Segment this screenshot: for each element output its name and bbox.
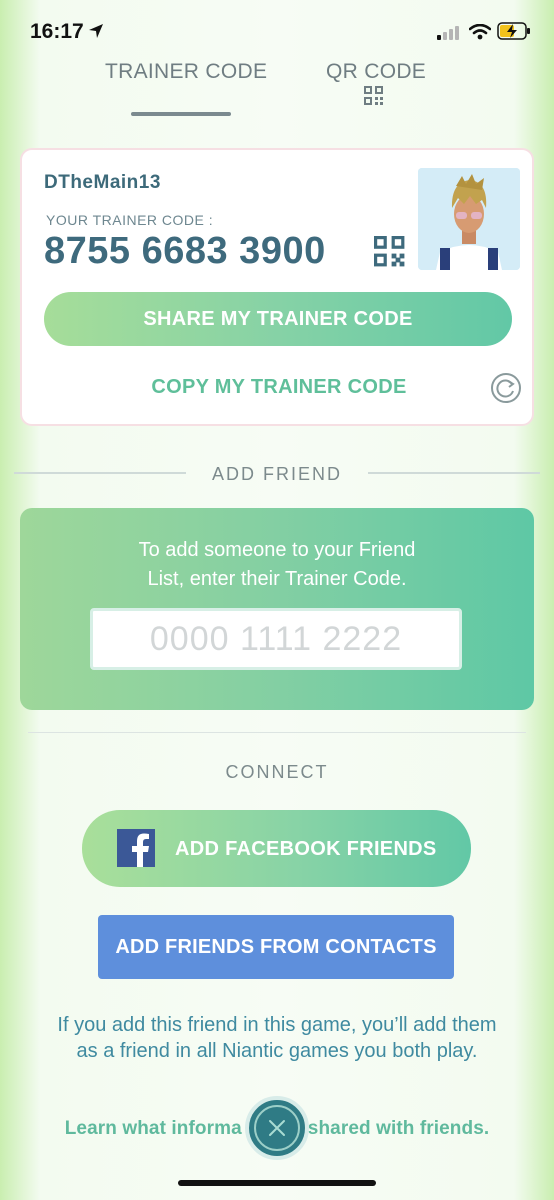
facebook-icon <box>117 829 155 867</box>
add-friend-heading: ADD FRIEND <box>211 464 342 484</box>
trainer-code-value: 8755 6683 3900 <box>44 230 326 272</box>
trainer-code-caption: YOUR TRAINER CODE : <box>46 212 214 228</box>
refresh-icon[interactable] <box>490 372 522 409</box>
tab-qr-code[interactable]: QR CODE <box>326 60 426 84</box>
trainer-name: DTheMain13 <box>44 172 161 193</box>
instruction-line: To add someone to your Friend <box>138 539 416 561</box>
add-facebook-friends-button[interactable]: ADD FACEBOOK FRIENDS <box>82 810 471 887</box>
cellular-signal-icon <box>437 26 461 45</box>
tab-bar: TRAINER CODE QR CODE <box>0 56 554 126</box>
trainer-card: DTheMain13 YOUR TRAINER CODE : 8755 6683… <box>20 148 534 426</box>
instruction-line: List, enter their Trainer Code. <box>147 568 407 590</box>
trainer-code-input[interactable] <box>90 608 462 670</box>
status-bar: 16:17 <box>0 0 554 60</box>
add-friend-instructions: To add someone to your Friend List, ente… <box>20 536 534 594</box>
qr-code-icon[interactable] <box>364 86 384 111</box>
wifi-icon <box>468 23 492 45</box>
active-tab-indicator <box>131 112 231 116</box>
add-friends-from-contacts-button[interactable]: ADD FRIENDS FROM CONTACTS <box>98 915 454 979</box>
tab-trainer-code[interactable]: TRAINER CODE <box>105 60 267 84</box>
battery-charging-icon <box>497 22 531 45</box>
close-icon <box>254 1105 300 1151</box>
close-button[interactable] <box>245 1096 309 1160</box>
share-trainer-code-button[interactable]: SHARE MY TRAINER CODE <box>44 292 512 346</box>
trainer-avatar <box>418 168 520 270</box>
add-friend-panel: To add someone to your Friend List, ente… <box>20 508 534 710</box>
facebook-button-label: ADD FACEBOOK FRIENDS <box>175 838 437 860</box>
connect-heading: CONNECT <box>225 762 329 782</box>
status-time: 16:17 <box>30 20 84 43</box>
qr-code-icon[interactable] <box>374 236 406 273</box>
location-arrow-icon <box>88 23 104 44</box>
learn-link-right: shared with friends. <box>307 1118 490 1139</box>
divider <box>28 732 526 733</box>
learn-link-left: Learn what informa <box>64 1118 242 1139</box>
copy-trainer-code-link[interactable]: COPY MY TRAINER CODE <box>22 376 536 399</box>
niantic-friends-disclaimer: If you add this friend in this game, you… <box>57 1014 497 1062</box>
home-indicator[interactable] <box>178 1180 376 1186</box>
